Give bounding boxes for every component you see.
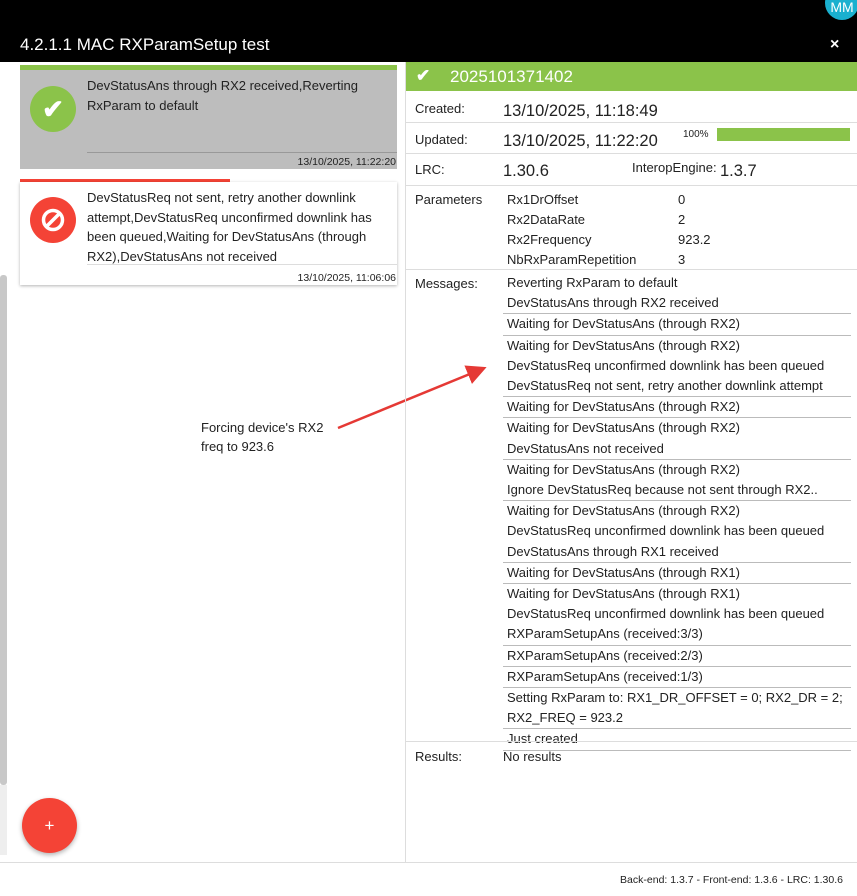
list-item: DevStatusReq unconfirmed downlink has be… <box>507 523 825 539</box>
param-value: 0 <box>678 192 686 207</box>
lrc-row: LRC: 1.30.6 InteropEngine: 1.3.7 <box>406 154 857 186</box>
footer: Back-end: 1.3.7 - Front-end: 1.3.6 - LRC… <box>0 862 857 896</box>
list-item: DevStatusReq unconfirmed downlink has be… <box>507 357 825 373</box>
detail-panel: ✔ 2025101371402 Created: 13/10/2025, 11:… <box>405 62 857 862</box>
divider <box>87 152 397 153</box>
messages-list: Reverting RxParam to default DevStatusAn… <box>503 273 851 751</box>
annotation-text: Forcing device's RX2 freq to 923.6 <box>201 418 323 456</box>
annotation-line: freq to 923.6 <box>201 439 274 454</box>
block-icon <box>30 197 76 243</box>
updated-value: 13/10/2025, 11:22:20 <box>503 132 658 150</box>
param-key: Rx2Frequency <box>507 232 592 247</box>
param-value: 2 <box>678 212 686 227</box>
list-item[interactable]: DevStatusReq not sent, retry another dow… <box>20 182 397 285</box>
results-value: No results <box>503 749 562 764</box>
param-value: 923.2 <box>678 232 711 247</box>
close-icon[interactable]: × <box>830 36 839 54</box>
list-item: Setting RxParam to: RX1_DR_OFFSET = 0; R… <box>503 688 851 730</box>
list-item: RXParamSetupAns (received:2/3) <box>503 646 851 667</box>
list-item: Ignore DevStatusReq because not sent thr… <box>503 480 851 502</box>
list-item-text: DevStatusReq not sent, retry another dow… <box>87 190 372 264</box>
parameters-row: Parameters Rx1DrOffset 0 Rx2DataRate 2 R… <box>406 186 857 270</box>
created-label: Created: <box>415 101 465 116</box>
list-item[interactable]: ✔ DevStatusAns through RX2 received,Reve… <box>20 65 397 169</box>
parameters-label: Parameters <box>415 192 483 207</box>
list-item: Reverting RxParam to default <box>507 275 678 290</box>
progress-bar <box>717 128 850 141</box>
list-item: RXParamSetupAns (received:1/3) <box>503 667 851 689</box>
list-item-date: 13/10/2025, 11:06:06 <box>297 272 396 284</box>
dialog-title: 4.2.1.1 MAC RXParamSetup test <box>20 35 270 54</box>
list-item: Waiting for DevStatusAns (through RX2) <box>503 314 851 336</box>
progress-fill <box>717 128 850 141</box>
list-item: DevStatusAns through RX2 received <box>503 293 851 315</box>
interop-value: 1.3.7 <box>720 162 757 180</box>
list-item-text: DevStatusAns through RX2 received,Revert… <box>87 78 358 113</box>
list-item: DevStatusReq unconfirmed downlink has be… <box>507 606 825 622</box>
list-item: Waiting for DevStatusAns (through RX2) <box>503 397 851 419</box>
interop-label: InteropEngine: <box>632 160 717 175</box>
check-icon: ✔ <box>416 66 431 85</box>
param-key: Rx2DataRate <box>507 212 586 227</box>
list-item: DevStatusAns not received <box>503 439 851 460</box>
run-id: 2025101371402 <box>450 67 573 86</box>
updated-row: Updated: 13/10/2025, 11:22:20 100% <box>406 123 857 154</box>
messages-label: Messages: <box>415 276 478 291</box>
updated-label: Updated: <box>415 132 468 147</box>
divider <box>87 264 397 265</box>
lrc-label: LRC: <box>415 162 445 177</box>
created-row: Created: 13/10/2025, 11:18:49 <box>406 91 857 123</box>
list-item: Waiting for DevStatusAns (through RX2) <box>507 461 740 477</box>
divider <box>406 741 857 742</box>
list-item-date: 13/10/2025, 11:22:20 <box>297 156 396 168</box>
param-key: Rx1DrOffset <box>507 192 579 207</box>
add-button[interactable]: + <box>22 798 77 853</box>
version-info: Back-end: 1.3.7 - Front-end: 1.3.6 - LRC… <box>620 874 843 886</box>
param-key: NbRxParamRepetition <box>507 252 637 267</box>
list-item: Waiting for DevStatusAns (through RX2) <box>507 420 740 436</box>
list-item: Waiting for DevStatusAns (through RX2) <box>507 503 740 519</box>
avatar[interactable]: MM <box>825 0 857 20</box>
progress-label: 100% <box>683 129 709 140</box>
list-item: RXParamSetupAns (received:3/3) <box>503 624 851 646</box>
detail-header: ✔ 2025101371402 <box>406 62 857 91</box>
list-item: DevStatusAns through RX1 received <box>503 542 851 563</box>
created-value: 13/10/2025, 11:18:49 <box>503 102 658 120</box>
list-item: Waiting for DevStatusAns (through RX2) <box>507 337 740 353</box>
list-item: Waiting for DevStatusAns (through RX1) <box>507 586 740 602</box>
scrollbar-track[interactable] <box>0 785 7 855</box>
param-value: 3 <box>678 252 686 267</box>
list-item: DevStatusReq not sent, retry another dow… <box>503 376 851 398</box>
scrollbar-thumb[interactable] <box>0 275 7 785</box>
check-icon: ✔ <box>30 86 76 132</box>
list-item: Waiting for DevStatusAns (through RX1) <box>503 563 851 585</box>
top-bar: MM 4.2.1.1 MAC RXParamSetup test × <box>0 0 857 62</box>
results-label: Results: <box>415 749 462 764</box>
lrc-value: 1.30.6 <box>503 162 549 180</box>
annotation-line: Forcing device's RX2 <box>201 420 324 435</box>
